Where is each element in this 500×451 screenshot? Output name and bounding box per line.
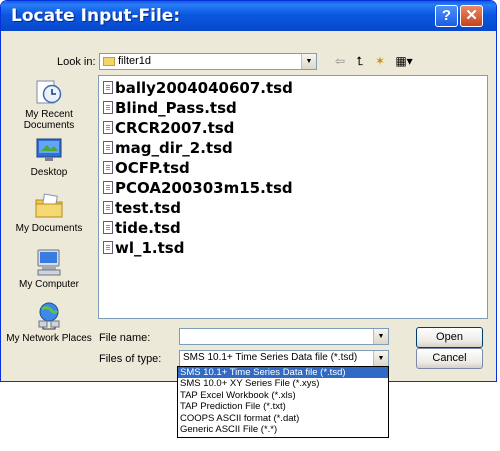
place-my-documents[interactable]: My Documents [5, 191, 93, 234]
file-type-option[interactable]: Generic ASCII File (*.*) [178, 424, 388, 435]
file-dialog: Locate Input-File: ? ✕ Look in: filter1d… [0, 0, 497, 382]
place-label: My Documents [15, 223, 83, 234]
chevron-down-icon[interactable]: ▼ [301, 54, 316, 69]
file-name: Blind_Pass.tsd [115, 99, 237, 117]
place-label: My Recent Documents [23, 109, 75, 131]
open-button[interactable]: Open [416, 327, 483, 348]
file-type-option[interactable]: TAP Excel Workbook (*.xls) [178, 390, 388, 401]
file-type-label: Files of type: [99, 353, 162, 365]
document-icon [103, 141, 113, 154]
file-item[interactable]: CRCR2007.tsd [103, 119, 234, 139]
place-network-places[interactable]: My Network Places [5, 301, 93, 344]
help-icon: ? [441, 7, 452, 24]
file-name: OCFP.tsd [115, 159, 190, 177]
network-places-icon [34, 301, 64, 331]
file-type-option[interactable]: SMS 10.1+ Time Series Data file (*.tsd) [178, 367, 388, 379]
document-icon [103, 81, 113, 94]
file-type-dropdown-list[interactable]: SMS 10.1+ Time Series Data file (*.tsd) … [177, 366, 389, 438]
place-my-computer[interactable]: My Computer [5, 247, 93, 290]
file-type-select[interactable]: SMS 10.1+ Time Series Data file (*.tsd) … [179, 350, 389, 367]
file-list[interactable]: bally2004040607.tsd Blind_Pass.tsd CRCR2… [98, 75, 488, 319]
document-icon [103, 241, 113, 254]
place-label: Desktop [30, 167, 68, 178]
help-button[interactable]: ? [435, 5, 458, 27]
document-icon [103, 181, 113, 194]
file-type-value: SMS 10.1+ Time Series Data file (*.tsd) [183, 352, 358, 363]
look-in-value: filter1d [118, 55, 152, 67]
title-bar[interactable]: Locate Input-File: ? ✕ [1, 1, 496, 31]
file-name: wl_1.tsd [115, 239, 185, 257]
places-bar: My Recent Documents Desktop My Documents… [5, 75, 93, 375]
document-icon [103, 161, 113, 174]
look-in-combo[interactable]: filter1d ▼ [99, 53, 317, 70]
document-icon [103, 221, 113, 234]
place-recent-documents[interactable]: My Recent Documents [5, 77, 93, 131]
new-folder-icon[interactable]: ✶ [372, 53, 388, 69]
document-icon [103, 201, 113, 214]
file-item[interactable]: OCFP.tsd [103, 159, 190, 179]
close-icon: ✕ [465, 7, 478, 24]
file-type-option[interactable]: COOPS ASCII format (*.dat) [178, 413, 388, 424]
file-name: CRCR2007.tsd [115, 119, 235, 137]
file-item[interactable]: mag_dir_2.tsd [103, 139, 233, 159]
file-name: bally2004040607.tsd [115, 79, 293, 97]
file-item[interactable]: wl_1.tsd [103, 239, 184, 259]
file-item[interactable]: tide.tsd [103, 219, 181, 239]
chevron-down-icon[interactable]: ▼ [373, 329, 388, 344]
cancel-button[interactable]: Cancel [416, 348, 483, 369]
file-name: test.tsd [115, 199, 181, 217]
file-item[interactable]: bally2004040607.tsd [103, 79, 293, 99]
close-button[interactable]: ✕ [460, 5, 483, 27]
chevron-down-icon[interactable]: ▼ [373, 351, 388, 366]
document-icon [103, 101, 113, 114]
file-name-label: File name: [99, 332, 151, 344]
desktop-icon [34, 135, 64, 165]
place-label: My Network Places [6, 333, 92, 344]
document-icon [103, 121, 113, 134]
file-type-option[interactable]: TAP Prediction File (*.txt) [178, 401, 388, 412]
folder-icon [103, 57, 115, 66]
file-item[interactable]: PCOA200303m15.tsd [103, 179, 293, 199]
recent-documents-icon [34, 77, 64, 107]
my-documents-icon [34, 191, 64, 221]
file-name-combo[interactable]: ▼ [179, 328, 389, 345]
back-icon[interactable]: ⇦ [332, 53, 348, 69]
file-name: tide.tsd [115, 219, 181, 237]
file-name: PCOA200303m15.tsd [115, 179, 293, 197]
file-item[interactable]: test.tsd [103, 199, 181, 219]
my-computer-icon [34, 247, 64, 277]
file-type-option[interactable]: SMS 10.0+ XY Series File (*.xys) [178, 378, 388, 389]
place-label: My Computer [18, 279, 79, 290]
views-menu-icon[interactable]: ▦▾ [392, 53, 416, 69]
file-item[interactable]: Blind_Pass.tsd [103, 99, 237, 119]
window-title: Locate Input-File: [11, 6, 181, 26]
look-in-label: Look in: [57, 56, 96, 68]
place-desktop[interactable]: Desktop [5, 135, 93, 178]
file-name: mag_dir_2.tsd [115, 139, 233, 157]
up-folder-icon[interactable]: ⮤ [352, 53, 368, 69]
